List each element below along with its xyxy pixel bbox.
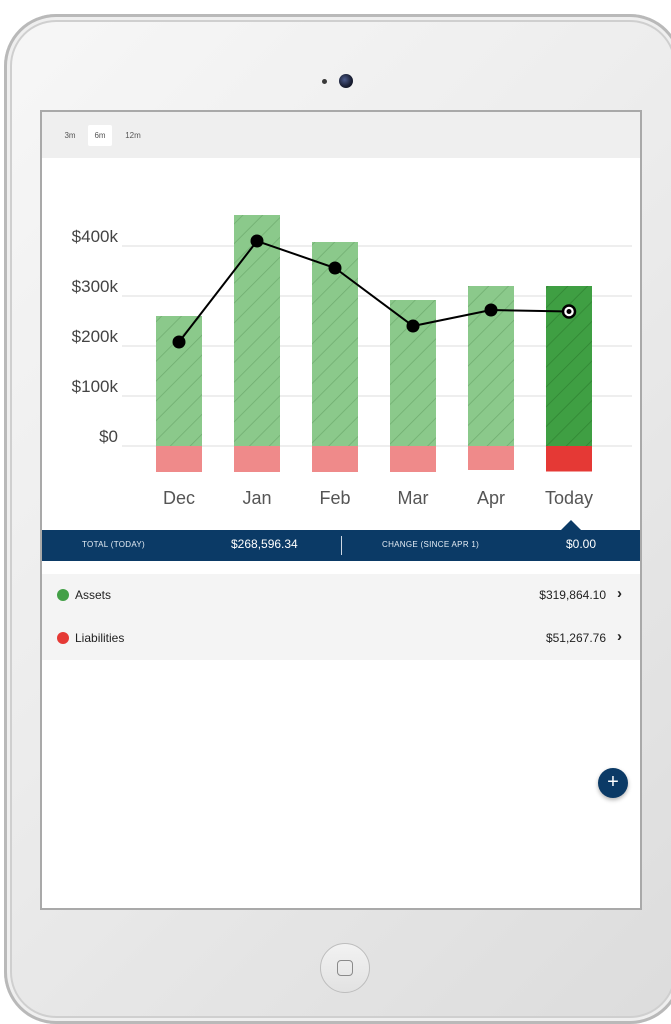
net-worth-chart: $0 $100k $200k $300k $400k Dec Jan Feb Mar Apr Tod… [42, 158, 640, 528]
liabilities-label: Liabilities [75, 631, 125, 645]
range-12m-button[interactable]: 12m [119, 125, 147, 146]
x-tick-label: Today [545, 488, 593, 508]
y-tick-label: $100k [72, 377, 119, 396]
plus-icon: + [607, 771, 619, 793]
sensor-icon [322, 79, 327, 84]
liabilities-bar [546, 446, 592, 472]
liabilities-bar [468, 446, 514, 470]
x-tick-label: Feb [319, 488, 350, 508]
total-value: $268,596.34 [231, 537, 298, 551]
list-item-liabilities[interactable]: Liabilities $51,267.76 › [42, 617, 640, 660]
chevron-right-icon: › [617, 628, 622, 645]
total-label: TOTAL (TODAY) [82, 540, 146, 549]
change-label: CHANGE (SINCE APR 1) [382, 540, 480, 549]
app-screen: 3m 6m 12m $0 $100k $200k $300k $400k Dec Jan Fe… [40, 110, 642, 910]
liabilities-dot-icon [57, 632, 69, 644]
y-tick-label: $0 [99, 427, 118, 446]
y-tick-label: $400k [72, 227, 119, 246]
x-tick-label: Mar [398, 488, 429, 508]
assets-bar-hatch [234, 215, 280, 446]
account-list: Assets $319,864.10 › Liabilities $51,267… [42, 574, 640, 660]
chart-svg: $0 $100k $200k $300k $400k Dec Jan Feb Mar Apr Tod… [72, 215, 632, 508]
liabilities-value: $51,267.76 [545, 631, 606, 645]
assets-dot-icon [57, 589, 69, 601]
y-tick-label: $200k [72, 327, 119, 346]
range-6m-button[interactable]: 6m [88, 125, 112, 146]
x-tick-label: Apr [477, 488, 505, 508]
summary-bar: TOTAL (TODAY) $268,596.34 CHANGE (SINCE … [42, 520, 640, 561]
range-3m-button[interactable]: 3m [59, 125, 81, 146]
y-tick-label: $300k [72, 277, 119, 296]
net-worth-point [406, 319, 420, 333]
home-button-icon [337, 960, 353, 976]
net-worth-point [484, 303, 498, 317]
liabilities-bar [156, 446, 202, 472]
net-worth-point-today-center [566, 309, 572, 314]
list-item-assets[interactable]: Assets $319,864.10 › [42, 574, 640, 617]
net-worth-point [328, 261, 342, 275]
net-worth-point [250, 234, 264, 248]
range-selector: 3m 6m 12m [42, 112, 640, 158]
x-tick-label: Dec [163, 488, 195, 508]
liabilities-bar [234, 446, 280, 472]
home-button[interactable] [320, 943, 370, 993]
camera-icon [339, 74, 353, 88]
add-button[interactable]: + [598, 768, 628, 798]
assets-label: Assets [75, 588, 112, 602]
summary-divider [341, 536, 342, 555]
x-tick-label: Jan [242, 488, 271, 508]
liabilities-bar [312, 446, 358, 472]
net-worth-point [172, 335, 186, 349]
today-pointer [560, 520, 582, 531]
change-value: $0.00 [566, 537, 597, 551]
chevron-right-icon: › [617, 585, 622, 602]
assets-value: $319,864.10 [539, 588, 606, 602]
liabilities-bar [390, 446, 436, 472]
